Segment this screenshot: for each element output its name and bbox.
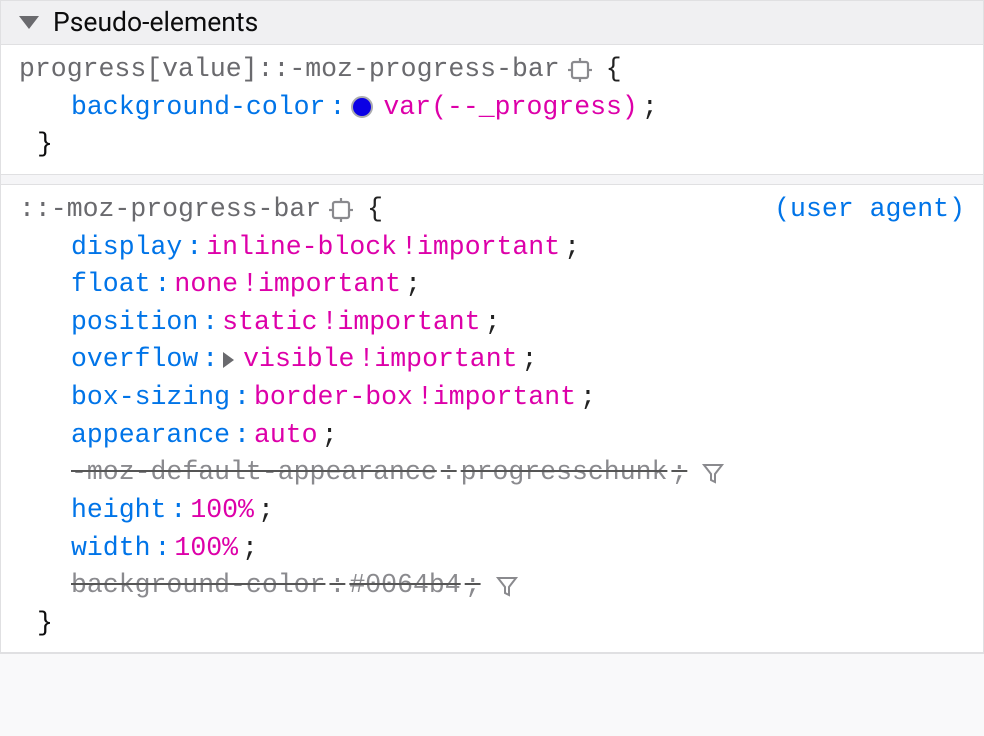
selector-highlighter-icon[interactable] <box>568 58 592 82</box>
css-value[interactable]: inline-block <box>206 229 397 267</box>
css-value[interactable]: var(--_progress) <box>383 89 637 127</box>
section-title: Pseudo-elements <box>53 7 258 38</box>
css-declaration[interactable]: overflow: visible !important; <box>19 341 965 379</box>
styles-panel: Pseudo-elements progress[value]::-moz-pr… <box>0 0 984 654</box>
selector-line: ::-moz-progress-bar { (user agent) <box>19 191 965 229</box>
css-property[interactable]: -moz-default-appearance <box>71 454 437 492</box>
css-value[interactable]: 100% <box>174 530 238 568</box>
css-rule: ::-moz-progress-bar { (user agent) displ… <box>1 185 983 654</box>
css-value[interactable]: progresschunk <box>461 454 668 492</box>
chevron-down-icon <box>19 16 39 29</box>
selector-highlighter-icon[interactable] <box>329 198 353 222</box>
css-property[interactable]: background-color <box>71 89 325 127</box>
css-declaration[interactable]: appearance: auto; <box>19 417 965 455</box>
css-value[interactable]: visible <box>243 341 354 379</box>
css-value[interactable]: border-box <box>254 379 413 417</box>
css-value[interactable]: none <box>174 266 238 304</box>
css-declaration[interactable]: height: 100%; <box>19 492 965 530</box>
css-property[interactable]: appearance <box>71 417 230 455</box>
selector-line: progress[value]::-moz-progress-bar { <box>19 51 965 89</box>
css-property[interactable]: display <box>71 229 182 267</box>
css-declaration[interactable]: position: static !important; <box>19 304 965 342</box>
css-priority: !important <box>417 379 576 417</box>
css-value[interactable]: 100% <box>190 492 254 530</box>
css-property[interactable]: float <box>71 266 151 304</box>
css-selector[interactable]: ::-moz-progress-bar <box>19 191 321 229</box>
css-property[interactable]: box-sizing <box>71 379 230 417</box>
css-declaration[interactable]: width: 100%; <box>19 530 965 568</box>
filter-icon[interactable] <box>701 461 725 485</box>
css-value[interactable]: #0064b4 <box>349 567 460 605</box>
css-declaration[interactable]: box-sizing: border-box !important; <box>19 379 965 417</box>
css-property[interactable]: background-color <box>71 567 325 605</box>
css-declaration[interactable]: background-color: #0064b4; <box>19 567 965 605</box>
expand-shorthand-icon[interactable] <box>223 352 234 368</box>
css-value[interactable]: auto <box>254 417 318 455</box>
css-property[interactable]: overflow <box>71 341 198 379</box>
css-declaration[interactable]: -moz-default-appearance: progresschunk; <box>19 454 965 492</box>
css-property[interactable]: width <box>71 530 151 568</box>
css-priority: !important <box>322 304 481 342</box>
rule-separator <box>1 175 983 185</box>
color-swatch[interactable] <box>351 96 373 118</box>
css-property[interactable]: position <box>71 304 198 342</box>
brace-open: { <box>606 51 622 89</box>
css-declaration[interactable]: float: none !important; <box>19 266 965 304</box>
css-priority: !important <box>242 266 401 304</box>
brace-close: } <box>19 126 965 164</box>
brace-close: } <box>19 605 965 643</box>
css-declaration[interactable]: background-color: var(--_progress); <box>19 89 965 127</box>
css-priority: !important <box>358 341 517 379</box>
filter-icon[interactable] <box>495 574 519 598</box>
css-selector[interactable]: progress[value]::-moz-progress-bar <box>19 51 560 89</box>
brace-open: { <box>367 191 383 229</box>
pseudo-elements-header[interactable]: Pseudo-elements <box>1 1 983 45</box>
css-priority: !important <box>401 229 560 267</box>
css-declaration[interactable]: display: inline-block !important; <box>19 229 965 267</box>
stylesheet-source-link[interactable]: (user agent) <box>774 191 965 229</box>
css-value[interactable]: static <box>222 304 317 342</box>
css-property[interactable]: height <box>71 492 166 530</box>
css-rule: progress[value]::-moz-progress-bar { bac… <box>1 45 983 175</box>
